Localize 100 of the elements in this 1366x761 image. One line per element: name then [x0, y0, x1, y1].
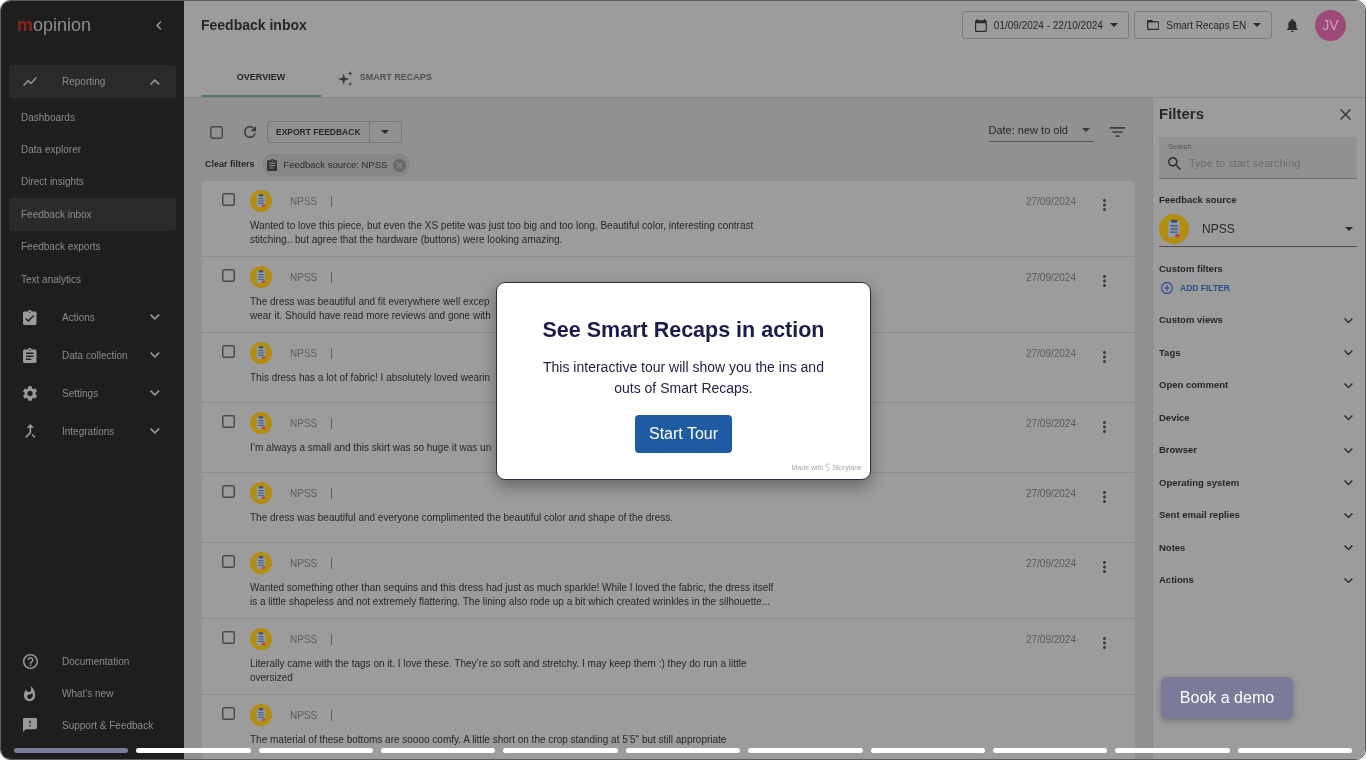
nav-section-item[interactable]: Actions — [9, 298, 176, 337]
clipboard-icon — [1159, 213, 1189, 244]
source-label: NPSS — [290, 708, 318, 723]
source-label: NPSS — [290, 346, 318, 361]
sort-dropdown[interactable]: Date: new to old — [988, 121, 1094, 143]
more-icon[interactable] — [1103, 275, 1106, 287]
feedback-text: This dress has a lot of fabric! I absolutely loved wearin — [250, 371, 492, 385]
more-icon[interactable] — [1103, 421, 1106, 433]
clipboard-icon — [250, 482, 272, 504]
row-checkbox[interactable] — [222, 631, 235, 644]
clear-filters-link[interactable]: Clear filters — [205, 158, 255, 172]
filter-section[interactable]: Custom views — [1159, 304, 1357, 337]
date-label: 27/09/2024 — [1025, 632, 1076, 647]
nav-subitem[interactable]: Feedback exports — [9, 230, 176, 263]
more-icon[interactable] — [1103, 637, 1106, 649]
nav-subitem[interactable]: Feedback inbox — [9, 198, 176, 231]
folder-icon — [1146, 20, 1160, 30]
book-demo-button[interactable]: Book a demo — [1161, 677, 1293, 719]
clipboard-icon — [250, 190, 272, 212]
refresh-icon[interactable] — [244, 126, 256, 138]
more-icon[interactable] — [1103, 491, 1106, 503]
filter-section[interactable]: Sent email replies — [1159, 499, 1357, 532]
clipboard-icon — [250, 412, 272, 434]
more-icon[interactable] — [1103, 561, 1106, 573]
start-tour-button[interactable]: Start Tour — [634, 415, 733, 453]
row-checkbox[interactable] — [222, 193, 235, 206]
row-checkbox[interactable] — [222, 415, 235, 428]
nav-section-item[interactable]: Data collection — [9, 336, 176, 375]
clipboard-icon — [250, 552, 272, 574]
filter-chip[interactable]: Feedback source: NPSS — [261, 154, 411, 176]
row-checkbox[interactable] — [222, 269, 235, 282]
feedback-text: The dress was beautiful and fit everywhere well excep wear it. Should have read more reviews and gone with — [250, 295, 492, 323]
date-label: 27/09/2024 — [1025, 270, 1076, 285]
dialog-text: This interactive tour will show you the ins and outs of Smart Recaps. — [542, 358, 825, 398]
caret-icon — [381, 130, 390, 134]
close-icon[interactable] — [1340, 108, 1351, 120]
sidebar-link[interactable]: Support & Feedback — [9, 709, 176, 741]
source-label: NPSS — [290, 416, 318, 431]
calendar-icon — [975, 18, 987, 32]
filter-section[interactable]: Open comment — [1159, 369, 1357, 402]
search-icon — [1168, 156, 1181, 170]
more-icon[interactable] — [1103, 351, 1106, 363]
add-filter-button[interactable]: ADD FILTER — [1159, 281, 1230, 295]
caret-icon — [1109, 23, 1118, 27]
feedback-text: Wanted something other than sequins and this dress had just as much sparkle! While I loved the fabric, the dress itself is a little shapeless and not extremely flattering. The lining also rode up a bit which created wrinkles in the silhouette... — [250, 581, 775, 609]
feedback-text: I’m always a small and this skirt was so huge it was un — [250, 441, 493, 455]
settings-icon — [22, 385, 38, 401]
feedback-text: The material of these bottoms are soooo comfy. A little short on the crop standing at 5’5" but still appropriate — [250, 733, 728, 747]
bell-icon[interactable] — [1287, 18, 1298, 32]
brand-logo: mopinion — [17, 16, 92, 34]
nav-subitem[interactable]: Text analytics — [9, 262, 176, 296]
filter-section[interactable]: Browser — [1159, 434, 1357, 467]
page-title: Feedback inbox — [201, 16, 307, 34]
export-menu-button[interactable] — [369, 121, 402, 143]
row-checkbox[interactable] — [222, 345, 235, 358]
more-icon[interactable] — [1103, 199, 1106, 211]
merge-icon — [24, 424, 36, 439]
nav-subitem[interactable]: Direct insights — [9, 165, 176, 199]
logo-icon — [825, 463, 831, 473]
filter-section[interactable]: Device — [1159, 401, 1357, 435]
tour-step-indicator[interactable] — [258, 748, 374, 753]
caret-icon — [1253, 23, 1262, 27]
source-label: NPSS — [290, 632, 318, 647]
select-all-checkbox[interactable] — [210, 125, 223, 139]
clipboard-icon — [250, 704, 272, 726]
row-checkbox[interactable] — [222, 555, 235, 568]
nav-subitem[interactable]: Dashboards — [9, 101, 176, 134]
nav-section-item[interactable]: Settings — [9, 374, 176, 413]
feedback-icon — [23, 718, 37, 732]
filter-section[interactable]: Tags — [1159, 336, 1357, 370]
section-label: Feedback source — [1159, 193, 1238, 207]
filter-section[interactable]: Operating system — [1159, 466, 1357, 500]
nav-section-item[interactable]: Integrations — [9, 412, 176, 451]
section-label: Custom filters — [1159, 262, 1224, 277]
filter-section[interactable]: Notes — [1159, 531, 1357, 565]
row-checkbox[interactable] — [222, 707, 235, 720]
row-checkbox[interactable] — [222, 485, 235, 498]
chevron-left-icon[interactable] — [156, 20, 162, 30]
source-select[interactable]: NPSS — [1159, 211, 1357, 248]
tour-step-indicator[interactable] — [992, 748, 1108, 753]
date-range-dropdown[interactable]: 01/09/2024 - 22/10/2024 — [962, 11, 1129, 39]
filter-icon[interactable] — [1110, 127, 1125, 137]
sparkle-icon — [338, 70, 353, 86]
flame-icon — [24, 685, 36, 701]
clipboard-icon — [266, 159, 278, 171]
filter-section[interactable]: Actions — [1159, 564, 1357, 597]
nav-subitem[interactable]: Data explorer — [9, 133, 176, 166]
export-button[interactable]: EXPORT FEEDBACK — [267, 121, 370, 143]
source-label: NPSS — [290, 270, 318, 285]
feedback-text: The dress was beautiful and everyone complimented the beautiful color and shape of the dress. — [250, 511, 675, 525]
dialog-title: See Smart Recaps in action — [542, 317, 825, 343]
date-label: 27/09/2024 — [1025, 416, 1076, 431]
sidebar-link[interactable]: What's new — [9, 677, 176, 709]
tour-step-indicator[interactable] — [625, 748, 741, 753]
clipboard-check-icon — [23, 309, 37, 325]
tab[interactable]: SMART RECAPS — [321, 61, 449, 97]
nav-section-item[interactable]: Reporting — [9, 65, 176, 98]
project-dropdown[interactable]: Smart Recaps EN — [1133, 11, 1273, 39]
sidebar-link[interactable]: Documentation — [9, 645, 176, 677]
clipboard-icon — [250, 266, 272, 288]
